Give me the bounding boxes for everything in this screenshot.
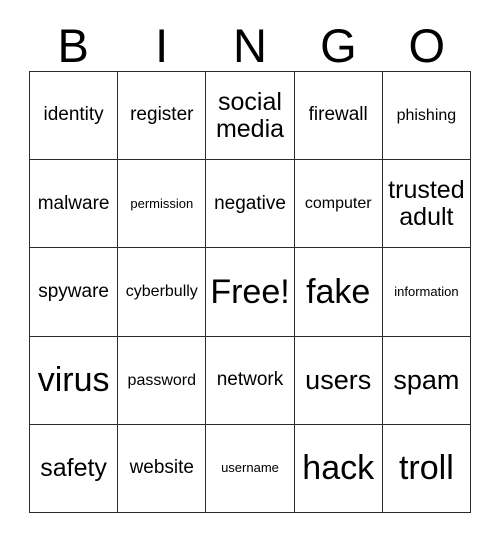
bingo-cell-label: users <box>305 364 372 395</box>
bingo-header-letter-g: G <box>320 19 357 72</box>
bingo-header-letter-n: N <box>233 19 267 72</box>
bingo-cell[interactable]: phishing <box>382 72 471 161</box>
bingo-header-letter-i: I <box>155 19 169 72</box>
bingo-cell-label: hack <box>302 449 375 488</box>
bingo-cell-label: identity <box>43 104 104 126</box>
bingo-cell-label: trusted adult <box>388 175 465 231</box>
bingo-cell[interactable]: trusted adult <box>382 160 471 249</box>
bingo-cell-label: spyware <box>38 280 109 302</box>
bingo-cell[interactable]: troll <box>382 424 471 513</box>
bingo-cell[interactable]: register <box>118 72 207 161</box>
bingo-cell-label: cyberbully <box>125 283 198 301</box>
bingo-grid: identity register social media firewall phis… <box>29 71 471 513</box>
bingo-cell[interactable]: malware <box>30 160 119 249</box>
bingo-header-letter-o: O <box>408 19 446 72</box>
bingo-cell-label: website <box>129 457 194 479</box>
bingo-cell-label: malware <box>37 192 110 214</box>
bingo-cell-label: social media <box>215 87 285 143</box>
bingo-cell[interactable]: password <box>118 336 207 425</box>
bingo-cell[interactable]: negative <box>206 160 295 249</box>
bingo-cell-label: permission <box>130 195 194 211</box>
bingo-cell[interactable]: Free! <box>206 248 295 337</box>
bingo-cell[interactable]: cyberbully <box>118 248 207 337</box>
bingo-cell[interactable]: username <box>206 424 295 513</box>
bingo-cell[interactable]: computer <box>294 160 383 249</box>
bingo-cell[interactable]: firewall <box>294 72 383 161</box>
bingo-cell[interactable]: safety <box>30 424 119 513</box>
bingo-cell-label: safety <box>40 453 107 482</box>
bingo-header-letter-b: B <box>57 19 89 72</box>
bingo-cell-label: information <box>394 283 459 299</box>
bingo-cell-label: virus <box>37 360 110 399</box>
bingo-cell-label: firewall <box>308 104 368 126</box>
bingo-cell[interactable]: hack <box>294 424 383 513</box>
bingo-cell-label: register <box>130 104 194 126</box>
bingo-cell[interactable]: identity <box>30 72 119 161</box>
bingo-cell-label: fake <box>306 272 371 311</box>
bingo-cell-label: Free! <box>210 272 290 311</box>
bingo-cell-label: network <box>216 368 284 390</box>
bingo-cell[interactable]: spam <box>382 336 471 425</box>
bingo-cell[interactable]: website <box>118 424 207 513</box>
bingo-cell-label: computer <box>304 195 372 213</box>
bingo-cell[interactable]: social media <box>206 72 295 161</box>
bingo-cell-label: negative <box>214 192 286 214</box>
bingo-cell[interactable]: permission <box>118 160 207 249</box>
bingo-cell-label: troll <box>398 449 454 488</box>
bingo-cell[interactable]: spyware <box>30 248 119 337</box>
bingo-cell[interactable]: virus <box>30 336 119 425</box>
bingo-header-row: B I N G O <box>29 14 471 71</box>
bingo-cell-label: phishing <box>396 106 457 124</box>
bingo-cell[interactable]: network <box>206 336 295 425</box>
bingo-cell-label: password <box>127 371 197 389</box>
bingo-cell[interactable]: fake <box>294 248 383 337</box>
bingo-card: B I N G O identity register social media fi… <box>0 0 500 544</box>
bingo-cell[interactable]: information <box>382 248 471 337</box>
bingo-cell-label: spam <box>393 364 460 395</box>
bingo-cell[interactable]: users <box>294 336 383 425</box>
bingo-cell-label: username <box>221 460 279 476</box>
